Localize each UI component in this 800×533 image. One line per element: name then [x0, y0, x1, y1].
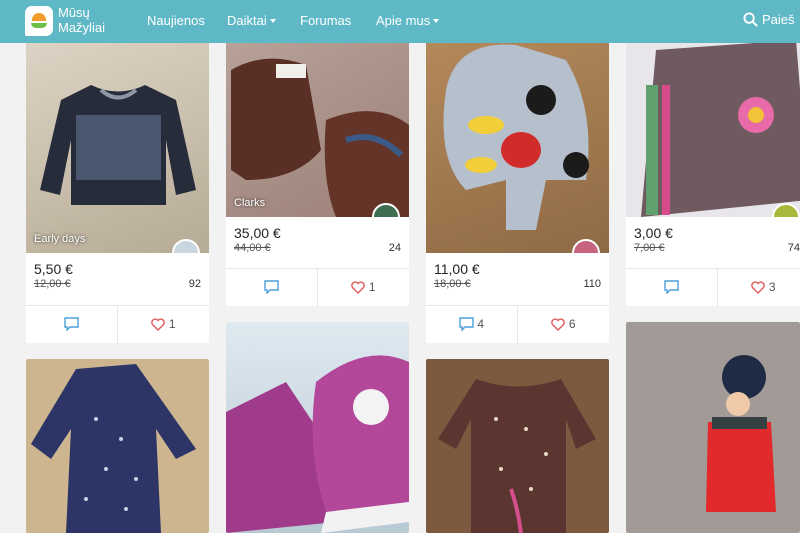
product-photo[interactable]: Clarks [226, 30, 409, 217]
product-card[interactable]: Early days 5,50 € 12,00 € 92 1 [26, 30, 209, 343]
brand-name[interactable]: Mūsų Mažyliai [58, 5, 105, 35]
product-card[interactable]: 11,00 € 18,00 € 110 4 6 [426, 30, 609, 343]
old-price: 44,00 € [234, 242, 271, 254]
dress-image [641, 40, 800, 217]
product-photo[interactable] [26, 359, 209, 533]
product-photo[interactable] [226, 322, 409, 533]
nav-label: Apie mus [376, 13, 431, 28]
product-card[interactable] [626, 322, 800, 533]
like-button[interactable]: 1 [117, 306, 208, 343]
like-button[interactable]: 1 [317, 269, 408, 306]
comment-button[interactable] [26, 306, 117, 343]
brand-line-1: Mūsų [58, 5, 90, 20]
child-jacket-image [706, 355, 776, 512]
card-actions: 1 [226, 268, 409, 306]
chevron-down-icon [269, 19, 276, 23]
product-photo[interactable] [426, 359, 609, 533]
heart-icon [751, 281, 766, 294]
comment-icon [264, 280, 279, 295]
product-card[interactable] [226, 322, 409, 533]
nav-label: Forumas [300, 13, 352, 28]
nav-daiktai[interactable]: Daiktai [227, 13, 276, 28]
card-actions: 1 [26, 305, 209, 343]
snowsuit-image [31, 364, 196, 533]
like-count: 1 [368, 280, 376, 294]
comment-button[interactable] [226, 269, 317, 306]
comment-button[interactable]: 4 [426, 306, 517, 343]
card-actions: 4 6 [426, 305, 609, 343]
heart-icon [351, 281, 366, 294]
photo-caption: Early days [34, 233, 86, 245]
search-button[interactable]: Paieš [743, 12, 795, 27]
nav-apie-mus[interactable]: Apie mus [376, 13, 440, 28]
like-count: 1 [168, 317, 176, 331]
dress-image [438, 379, 596, 533]
chevron-down-icon [433, 19, 440, 23]
nav-label: Daiktai [227, 13, 267, 28]
like-button[interactable]: 6 [517, 306, 608, 343]
view-count: 110 [583, 278, 601, 290]
brand-line-2: Mažyliai [58, 20, 105, 35]
heart-icon [551, 318, 566, 331]
view-count: 92 [188, 278, 201, 290]
product-photo[interactable] [426, 30, 609, 253]
shoes-image [231, 58, 409, 217]
price: 3,00 € [634, 225, 673, 241]
nav-label: Naujienos [147, 13, 205, 28]
card-actions: 3 [626, 268, 800, 306]
sweater-image [40, 85, 196, 205]
comment-icon [459, 317, 474, 332]
search-icon [743, 12, 758, 27]
top-navigation-bar: Mūsų Mažyliai Naujienos Daiktai Forumas … [0, 0, 800, 43]
price: 11,00 € [434, 261, 480, 277]
product-card[interactable]: 3,00 € 7,00 € 74 3 [626, 30, 800, 306]
comment-icon [64, 317, 79, 332]
product-card[interactable]: Clarks 35,00 € 44,00 € 24 1 [226, 30, 409, 306]
price: 35,00 € [234, 225, 281, 241]
photo-caption: Clarks [234, 197, 266, 209]
product-card[interactable] [426, 359, 609, 533]
old-price: 12,00 € [34, 278, 71, 290]
like-button[interactable]: 3 [717, 269, 800, 306]
comment-button[interactable] [626, 269, 717, 306]
sneakers-image [226, 355, 409, 533]
nav-naujienos[interactable]: Naujienos [147, 13, 205, 28]
search-label: Paieš [762, 12, 795, 27]
nav-forumas[interactable]: Forumas [300, 13, 351, 28]
price: 5,50 € [34, 261, 73, 277]
like-count: 3 [768, 280, 776, 294]
heart-icon [151, 318, 166, 331]
like-count: 6 [568, 317, 576, 331]
comment-icon [664, 280, 679, 295]
old-price: 7,00 € [634, 242, 665, 254]
comment-count: 4 [477, 317, 485, 331]
mickey-suit-image [443, 44, 589, 230]
product-photo[interactable]: Early days [26, 30, 209, 253]
product-photo[interactable] [626, 322, 800, 533]
product-photo[interactable] [626, 30, 800, 217]
view-count: 24 [388, 242, 401, 254]
logo-icon[interactable] [25, 6, 53, 36]
product-card[interactable] [26, 359, 209, 533]
view-count: 74 [787, 242, 800, 254]
old-price: 18,00 € [434, 278, 471, 290]
